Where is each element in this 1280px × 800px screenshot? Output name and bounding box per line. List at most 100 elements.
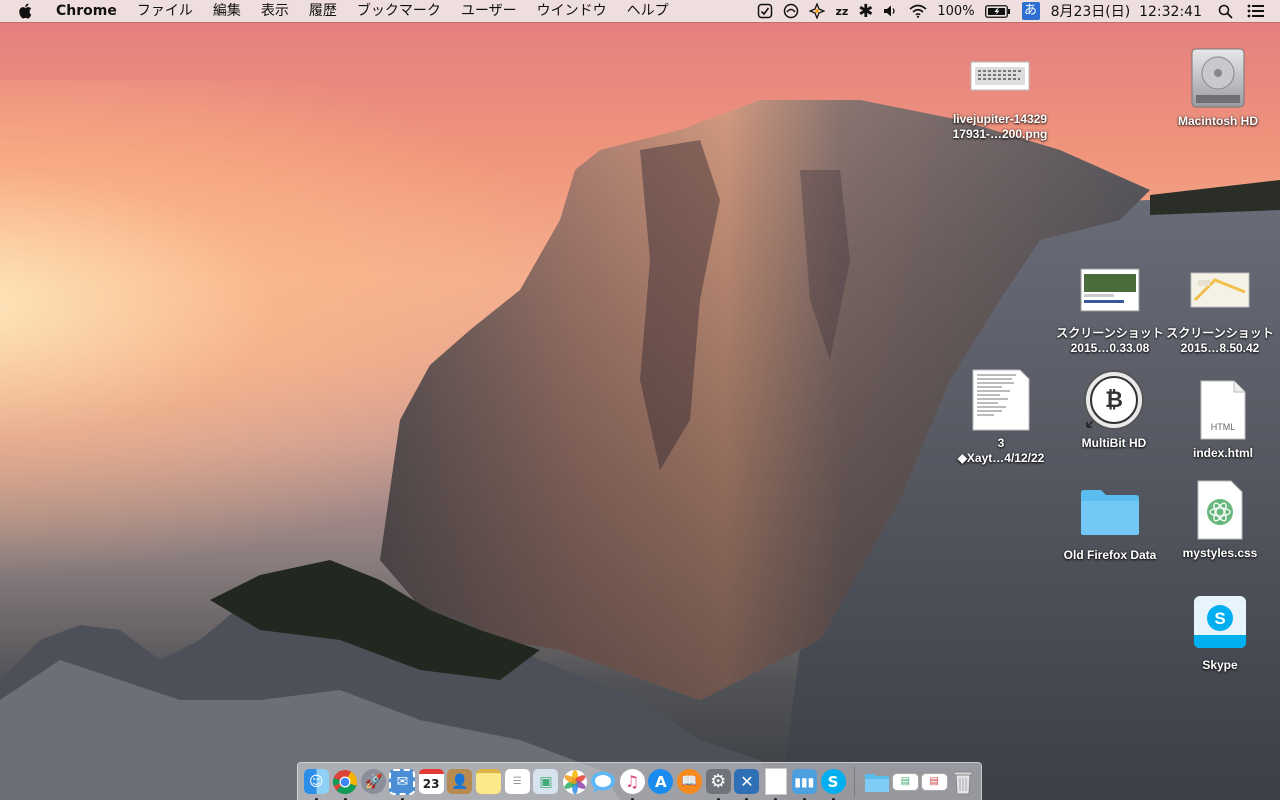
gear-icon: ⚙ — [705, 769, 731, 794]
html-badge: HTML — [1210, 422, 1236, 432]
dock-calendar[interactable]: 23 — [417, 766, 446, 798]
blank-document-icon — [764, 768, 787, 795]
menu-view[interactable]: 表示 — [251, 0, 299, 22]
menu-file[interactable]: ファイル — [127, 0, 203, 22]
dock-launchpad[interactable]: 🚀 — [359, 766, 388, 798]
dock-preview[interactable]: ▣ — [532, 766, 561, 798]
dock-finder[interactable]: ☺ — [302, 766, 331, 800]
desktop-file-mystyles-css[interactable]: mystyles.css — [1165, 478, 1275, 561]
input-method-icon[interactable]: あ — [1021, 2, 1040, 20]
desktop-icon-label: スクリーンショット 2015…0.33.08 — [1056, 326, 1164, 355]
messages-bubble-icon — [591, 771, 616, 793]
asterisk-status-icon[interactable]: ✱ — [853, 0, 878, 22]
wifi-icon[interactable] — [904, 0, 932, 22]
bars-icon: ▮▮▮ — [791, 769, 817, 794]
desktop-macintosh-hd[interactable]: Macintosh HD — [1163, 46, 1273, 129]
desktop-icon-label: index.html — [1192, 446, 1253, 460]
image-file-icon — [968, 44, 1032, 108]
desktop-icon-label: Old Firefox Data — [1063, 548, 1157, 562]
dock-contacts[interactable]: 👤 — [446, 766, 475, 798]
volume-icon[interactable] — [878, 0, 904, 22]
desktop-icon-label: スクリーンショット 2015…8.50.42 — [1166, 326, 1274, 355]
calendar-icon: 23 — [418, 769, 444, 794]
desktop-file-screenshot-1[interactable]: スクリーンショット 2015…0.33.08 — [1055, 258, 1165, 356]
dock-photos[interactable] — [560, 766, 589, 798]
desktop-icon-label: MultiBit HD — [1081, 436, 1147, 450]
menu-users[interactable]: ユーザー — [451, 0, 527, 22]
dock-reminders[interactable]: ☰ — [503, 766, 532, 798]
battery-percent[interactable]: 100% — [932, 0, 979, 22]
apple-menu-icon[interactable] — [18, 3, 38, 19]
image-file-icon — [1078, 258, 1142, 322]
xcode-tools-icon: ✕ — [734, 769, 760, 794]
image-file-icon — [1188, 258, 1252, 322]
dock-documents-stack[interactable]: ▤ — [920, 766, 949, 798]
itunes-note-icon: ♫ — [619, 769, 645, 794]
desktop-icon-label: Macintosh HD — [1177, 114, 1258, 128]
menu-help[interactable]: ヘルプ — [617, 0, 679, 22]
mail-stamp-icon: ✉ — [389, 768, 416, 795]
desktop-icon-label: Skype — [1202, 658, 1238, 672]
desktop-app-skype[interactable]: S Skype — [1165, 590, 1275, 673]
dock-applications-folder[interactable] — [862, 766, 891, 798]
atom-css-file-icon — [1188, 478, 1252, 542]
svg-text:S: S — [1214, 609, 1225, 628]
sleep-status-icon[interactable]: zz — [830, 0, 853, 22]
text-document-icon — [969, 368, 1033, 432]
dock-textedit[interactable] — [761, 766, 790, 800]
spotlight-search-icon[interactable] — [1213, 0, 1238, 22]
dock-itunes[interactable]: ♫ — [618, 766, 647, 800]
dock-mail[interactable]: ✉ — [388, 766, 417, 800]
desktop-file-screenshot-2[interactable]: スクリーンショット 2015…8.50.42 — [1165, 258, 1275, 356]
notification-center-icon[interactable] — [1242, 0, 1270, 22]
preview-photos-icon: ▣ — [533, 769, 559, 794]
desktop: Chrome ファイル 編集 表示 履歴 ブックマーク ユーザー ウインドウ ヘ… — [0, 0, 1280, 800]
dock-ibooks[interactable]: 📖 — [675, 766, 704, 798]
battery-icon[interactable] — [980, 0, 1016, 22]
dock: ☺ 🚀 ✉ 23 👤 ☰ ▣ ♫ A 📖 ⚙ ✕ ▮▮▮ S ▤ ▤ — [297, 762, 982, 800]
bitcoin-status-icon[interactable] — [804, 0, 830, 22]
dock-xcode[interactable]: ✕ — [733, 766, 762, 800]
dock-chrome[interactable] — [331, 766, 360, 800]
dock-skype[interactable]: S — [819, 766, 848, 800]
launchpad-rocket-icon: 🚀 — [361, 769, 387, 794]
multibit-app-icon: ₿ — [1082, 368, 1146, 432]
dock-activity[interactable]: ▮▮▮ — [790, 766, 819, 800]
desktop-file-index-html[interactable]: HTML index.html — [1168, 378, 1278, 461]
menu-edit[interactable]: 編集 — [203, 0, 251, 22]
circle-status-icon[interactable] — [778, 0, 804, 22]
menu-bar: Chrome ファイル 編集 表示 履歴 ブックマーク ユーザー ウインドウ ヘ… — [0, 0, 1280, 22]
dock-downloads-stack[interactable]: ▤ — [891, 766, 920, 798]
desktop-icon-label: mystyles.css — [1182, 546, 1258, 560]
checkmark-status-icon[interactable] — [752, 0, 778, 22]
folder-icon — [864, 773, 889, 792]
menu-history[interactable]: 履歴 — [299, 0, 347, 22]
finder-icon: ☺ — [303, 769, 329, 794]
dock-trash[interactable] — [948, 766, 977, 798]
desktop-folder-old-firefox[interactable]: Old Firefox Data — [1055, 480, 1165, 563]
desktop-app-multibit[interactable]: ₿ MultiBit HD — [1059, 368, 1169, 451]
desktop-file-livejupiter[interactable]: livejupiter-14329 17931-…200.png — [945, 44, 1055, 142]
clock[interactable]: 8月23日(日) 12:32:41 — [1046, 0, 1207, 22]
notes-icon — [476, 769, 502, 794]
menu-app-chrome[interactable]: Chrome — [52, 0, 127, 22]
html-file-icon: HTML — [1191, 378, 1255, 442]
stack-icon: ▤ — [891, 772, 919, 791]
dock-system-preferences[interactable]: ⚙ — [704, 766, 733, 800]
contacts-book-icon: 👤 — [447, 769, 473, 794]
dock-app-store[interactable]: A — [646, 766, 675, 798]
skype-icon: S — [820, 769, 846, 794]
reminders-list-icon: ☰ — [504, 769, 530, 794]
dock-notes[interactable] — [474, 766, 503, 798]
desktop-icon-label: livejupiter-14329 17931-…200.png — [952, 112, 1048, 141]
menu-window[interactable]: ウインドウ — [527, 0, 617, 22]
chrome-icon — [333, 769, 358, 794]
folder-icon — [1078, 480, 1142, 544]
trash-icon — [953, 771, 973, 794]
menu-bookmarks[interactable]: ブックマーク — [347, 0, 451, 22]
desktop-file-doc-3[interactable]: 3 ◆Xayt…4/12/22 — [946, 368, 1056, 466]
app-store-icon: A — [648, 769, 674, 794]
stack-icon: ▤ — [920, 772, 948, 791]
dock-messages[interactable] — [589, 766, 618, 798]
skype-app-icon: S — [1188, 590, 1252, 654]
